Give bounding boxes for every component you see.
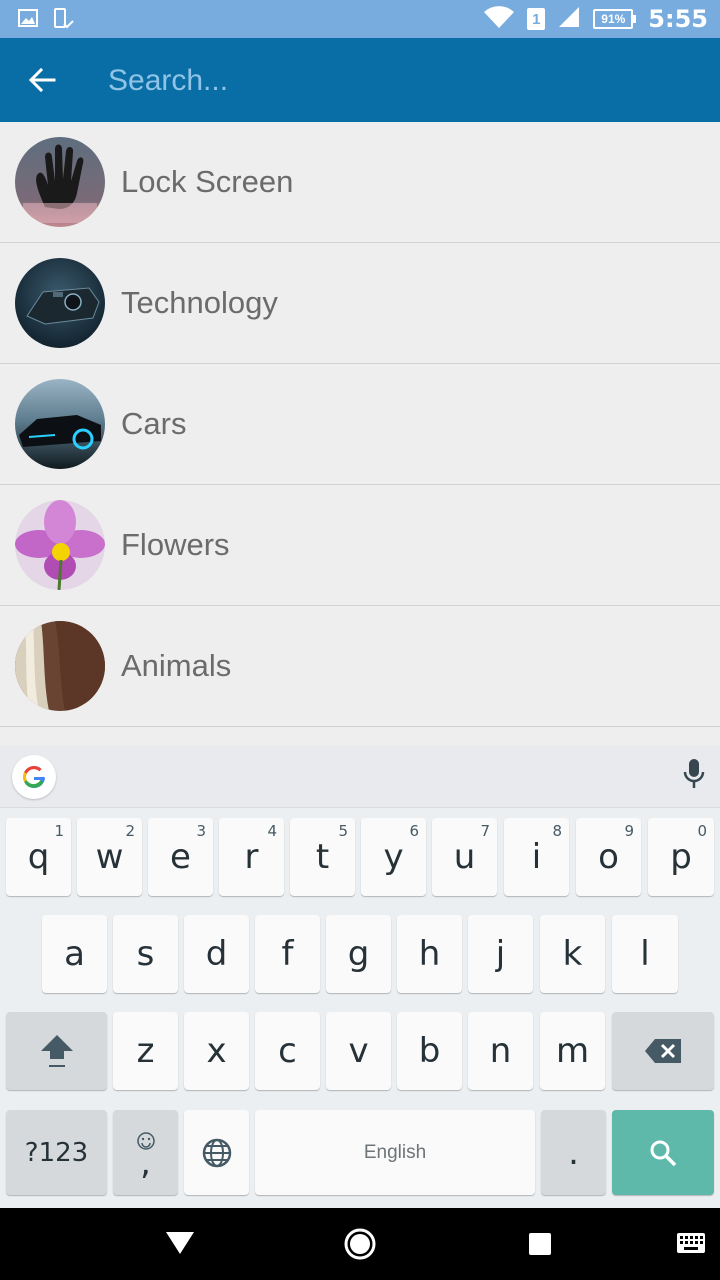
key-hint: 5 <box>338 822 348 840</box>
key-char: w <box>95 837 124 877</box>
key-d[interactable]: d <box>184 915 249 993</box>
key-char: p <box>670 837 692 877</box>
language-key[interactable] <box>184 1110 249 1195</box>
app-bar <box>0 38 720 122</box>
key-n[interactable]: n <box>468 1012 533 1090</box>
key-hint: 0 <box>697 822 707 840</box>
shift-key[interactable] <box>6 1012 107 1090</box>
key-z[interactable]: z <box>113 1012 178 1090</box>
item-label: Technology <box>121 285 278 320</box>
key-c[interactable]: c <box>255 1012 320 1090</box>
key-w[interactable]: w2 <box>77 818 142 896</box>
key-x[interactable]: x <box>184 1012 249 1090</box>
wifi-icon <box>483 5 515 34</box>
list-item-animals[interactable]: Animals <box>0 606 720 727</box>
clock: 5:55 <box>648 5 708 33</box>
key-char: t <box>315 837 330 877</box>
globe-icon <box>202 1138 231 1167</box>
signal-icon <box>557 5 581 34</box>
key-hint: 7 <box>480 822 490 840</box>
key-r[interactable]: r4 <box>219 818 284 896</box>
period-key[interactable]: . <box>541 1110 606 1195</box>
list-item-flowers[interactable]: Flowers <box>0 485 720 606</box>
key-char: r <box>244 837 259 877</box>
search-action-key[interactable] <box>612 1110 714 1195</box>
symbols-key[interactable]: ?123 <box>6 1110 107 1195</box>
list-item-lock-screen[interactable]: Lock Screen <box>0 122 720 243</box>
key-u[interactable]: u7 <box>432 818 497 896</box>
key-k[interactable]: k <box>540 915 605 993</box>
search-input[interactable] <box>108 58 668 104</box>
key-char: y <box>383 837 404 877</box>
key-f[interactable]: f <box>255 915 320 993</box>
backspace-key[interactable] <box>612 1012 714 1090</box>
back-triangle-icon[interactable] <box>164 1230 196 1256</box>
key-g[interactable]: g <box>326 915 391 993</box>
back-button[interactable] <box>20 58 64 102</box>
key-hint: 9 <box>624 822 634 840</box>
animals-thumbnail <box>15 621 105 711</box>
item-label: Lock Screen <box>121 164 294 199</box>
backspace-icon <box>645 1039 681 1063</box>
key-char: e <box>170 837 191 877</box>
key-m[interactable]: m <box>540 1012 605 1090</box>
key-char: q <box>27 837 50 877</box>
key-hint: 2 <box>125 822 135 840</box>
key-char: o <box>598 837 619 877</box>
keyboard-suggestion-bar <box>0 746 720 808</box>
key-v[interactable]: v <box>326 1012 391 1090</box>
flowers-thumbnail <box>15 500 105 590</box>
key-o[interactable]: o9 <box>576 818 641 896</box>
comma-emoji-key[interactable]: , <box>113 1110 178 1195</box>
google-g-icon[interactable] <box>12 754 56 799</box>
list-item-technology[interactable]: Technology <box>0 243 720 364</box>
key-hint: 1 <box>54 822 64 840</box>
lock-screen-thumbnail <box>15 137 105 227</box>
key-hint: 3 <box>196 822 206 840</box>
key-char: i <box>531 837 542 877</box>
category-list: Lock Screen Technology Cars Flowers Anim… <box>0 122 720 727</box>
battery-percent: 91% <box>593 9 634 29</box>
key-char: u <box>453 837 476 877</box>
comma-label: , <box>140 1142 151 1183</box>
key-e[interactable]: e3 <box>148 818 213 896</box>
item-label: Cars <box>121 406 187 441</box>
space-label: English <box>363 1141 427 1163</box>
phone-check-icon <box>52 8 74 35</box>
list-item-cars[interactable]: Cars <box>0 364 720 485</box>
space-bar[interactable]: English <box>255 1110 535 1195</box>
key-hint: 8 <box>552 822 562 840</box>
shift-arrow-icon <box>40 1035 73 1067</box>
home-circle-icon[interactable] <box>342 1226 378 1262</box>
key-h[interactable]: h <box>397 915 462 993</box>
recents-square-icon[interactable] <box>528 1232 552 1256</box>
key-a[interactable]: a <box>42 915 107 993</box>
key-l[interactable]: l <box>612 915 678 993</box>
sim-icon: 1 <box>527 8 546 30</box>
key-hint: 6 <box>409 822 419 840</box>
item-label: Flowers <box>121 527 230 562</box>
search-icon <box>650 1140 677 1166</box>
key-p[interactable]: p0 <box>648 818 714 896</box>
key-j[interactable]: j <box>468 915 533 993</box>
image-icon <box>18 8 38 35</box>
key-hint: 4 <box>267 822 277 840</box>
battery-icon: 91% <box>593 9 637 29</box>
key-b[interactable]: b <box>397 1012 462 1090</box>
microphone-icon[interactable] <box>682 758 706 795</box>
key-t[interactable]: t5 <box>290 818 355 896</box>
key-y[interactable]: y6 <box>361 818 426 896</box>
key-q[interactable]: q1 <box>6 818 71 896</box>
keyboard-switch-icon[interactable] <box>676 1232 706 1254</box>
key-s[interactable]: s <box>113 915 178 993</box>
technology-thumbnail <box>15 258 105 348</box>
cars-thumbnail <box>15 379 105 469</box>
item-label: Animals <box>121 648 232 683</box>
key-i[interactable]: i8 <box>504 818 569 896</box>
soft-keyboard: q1 w2 e3 r4 t5 y6 u7 i8 o9 p0 a s d f g … <box>0 746 720 1208</box>
status-bar: 1 91% 5:55 <box>0 0 720 38</box>
arrow-back-icon <box>28 67 56 93</box>
navigation-bar <box>0 1208 720 1280</box>
